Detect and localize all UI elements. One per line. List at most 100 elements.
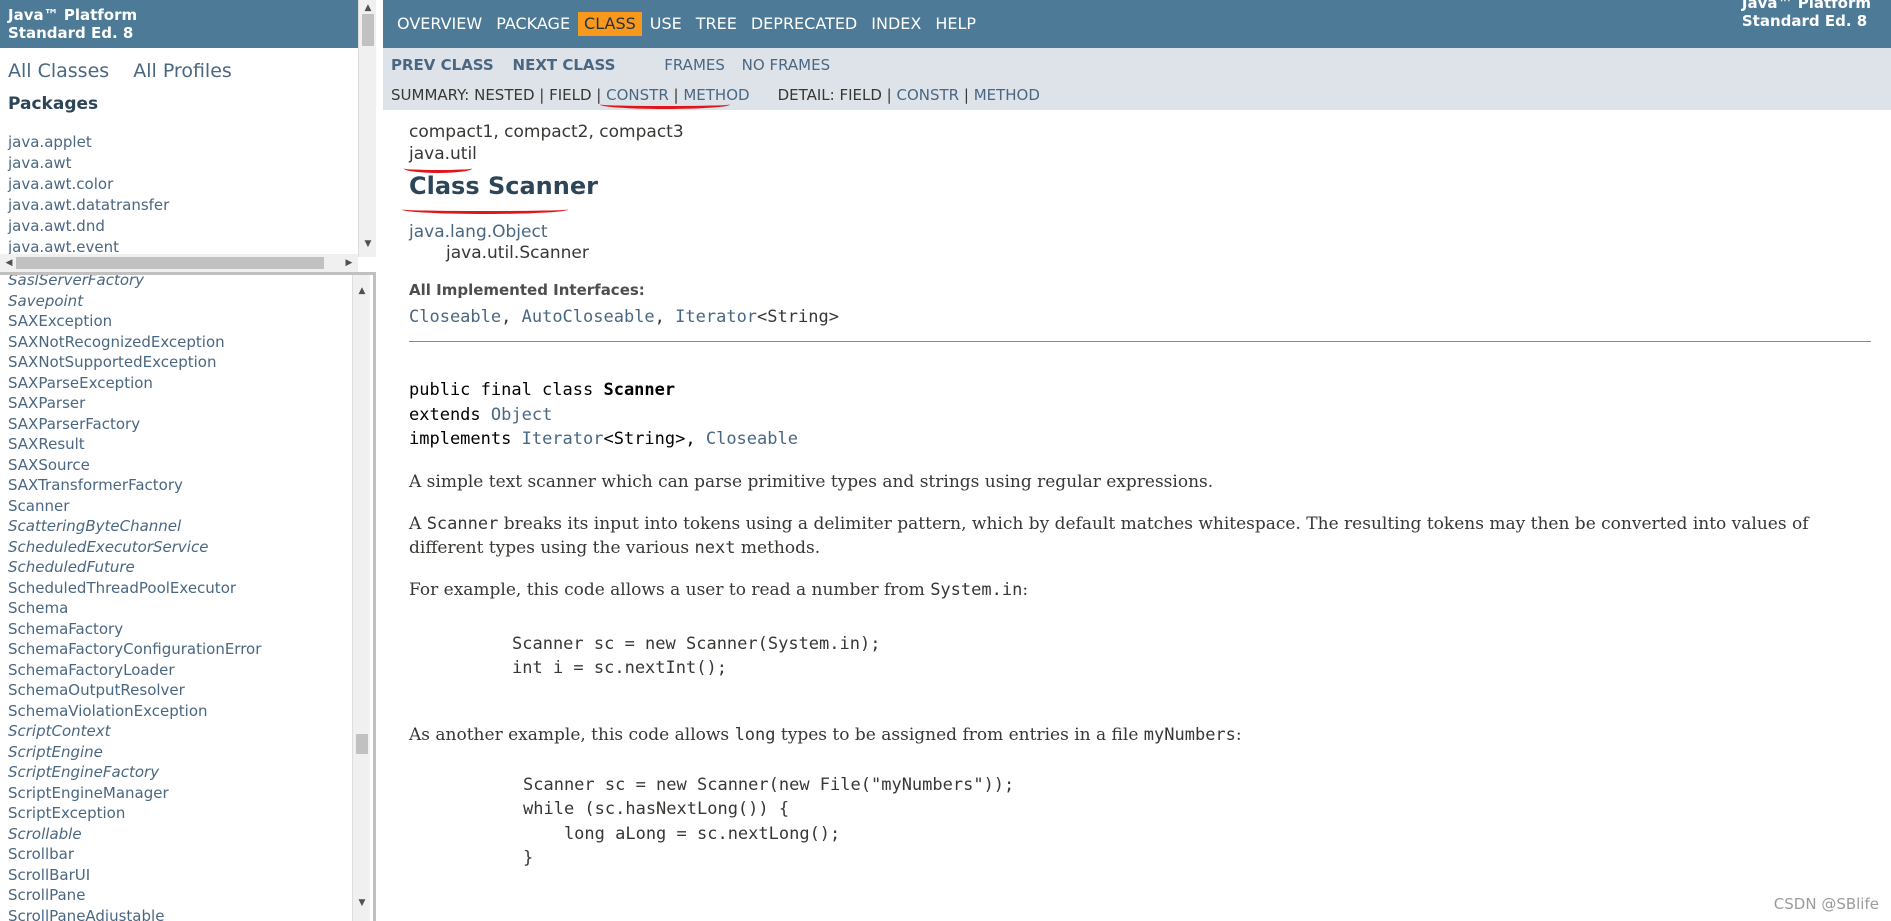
class-link[interactable]: SaslServerFactory bbox=[8, 275, 261, 291]
all-profiles-link[interactable]: All Profiles bbox=[133, 60, 232, 82]
description-paragraph: As another example, this code allows lon… bbox=[409, 724, 1242, 745]
nav-item-tree[interactable]: TREE bbox=[690, 12, 743, 36]
package-link[interactable]: java.awt.dnd bbox=[8, 216, 376, 237]
packages-horizontal-scrollbar[interactable]: ◀ ▶ bbox=[0, 254, 358, 272]
class-link[interactable]: SAXSource bbox=[8, 455, 261, 476]
packages-heading: Packages bbox=[8, 94, 99, 114]
description-paragraph: A simple text scanner which can parse pr… bbox=[409, 471, 1214, 492]
implemented-interfaces-label: All Implemented Interfaces: bbox=[409, 281, 645, 299]
class-link[interactable]: SchemaFactory bbox=[8, 619, 261, 640]
description-paragraph: For example, this code allows a user to … bbox=[409, 579, 1029, 600]
class-link[interactable]: Scanner bbox=[8, 496, 261, 517]
package-link[interactable]: java.applet bbox=[8, 132, 376, 153]
class-link[interactable]: ScrollPane bbox=[8, 885, 261, 906]
class-link[interactable]: SAXParserFactory bbox=[8, 414, 261, 435]
sig-class-name: Scanner bbox=[603, 380, 676, 400]
sig-extends: extends bbox=[409, 404, 491, 425]
class-link[interactable]: ScatteringByteChannel bbox=[8, 516, 261, 537]
class-link[interactable]: Scrollable bbox=[8, 824, 261, 845]
prev-class-link[interactable]: PREV CLASS bbox=[391, 56, 494, 74]
class-link[interactable]: ScriptEngineManager bbox=[8, 783, 261, 804]
object-link[interactable]: Object bbox=[491, 405, 552, 425]
iterator-link[interactable]: Iterator bbox=[522, 429, 604, 449]
classes-vertical-scrollbar[interactable]: ▲ ▼ bbox=[352, 275, 370, 921]
package-list: java.applet java.awt java.awt.color java.aw… bbox=[0, 132, 376, 258]
package-link[interactable]: java.awt.datatransfer bbox=[8, 195, 376, 216]
class-link[interactable]: SchemaViolationException bbox=[8, 701, 261, 722]
next-class-link[interactable]: NEXT CLASS bbox=[513, 56, 616, 74]
class-frame: OVERVIEW PACKAGE CLASS USE TREE DEPRECATED IND… bbox=[383, 0, 1891, 921]
brand-line2: Standard Ed. 8 bbox=[8, 24, 134, 42]
class-link[interactable]: SchemaFactoryLoader bbox=[8, 660, 261, 681]
nav-item-use[interactable]: USE bbox=[644, 12, 688, 36]
class-link[interactable]: ScriptException bbox=[8, 803, 261, 824]
class-link[interactable]: ScriptContext bbox=[8, 721, 261, 742]
nav-item-package[interactable]: PACKAGE bbox=[490, 12, 576, 36]
nav-item-deprecated[interactable]: DEPRECATED bbox=[745, 12, 863, 36]
detail-label: DETAIL: FIELD | bbox=[777, 86, 897, 104]
scroll-up-icon[interactable]: ▲ bbox=[353, 285, 371, 297]
separator: | bbox=[959, 86, 974, 104]
class-description: A simple text scanner which can parse pr… bbox=[409, 470, 1871, 871]
sig-modifiers: public final class bbox=[409, 380, 604, 400]
generic-type: <String>, bbox=[603, 429, 706, 449]
scrollbar-thumb[interactable] bbox=[356, 734, 368, 754]
all-classes-link[interactable]: All Classes bbox=[8, 60, 109, 82]
class-link[interactable]: SAXParseException bbox=[8, 373, 261, 394]
packages-vertical-scrollbar[interactable]: ▲ ▼ bbox=[358, 0, 376, 257]
class-signature: public final class Scanner extends Objec… bbox=[409, 378, 1871, 452]
class-list: SaslServerFactory Savepoint SAXException SA… bbox=[0, 275, 261, 921]
class-link[interactable]: SAXNotRecognizedException bbox=[8, 332, 261, 353]
nav-item-overview[interactable]: OVERVIEW bbox=[391, 12, 488, 36]
inheritance-parent-link[interactable]: java.lang.Object bbox=[409, 222, 1871, 242]
nav-item-class[interactable]: CLASS bbox=[578, 12, 642, 36]
class-link[interactable]: ScriptEngineFactory bbox=[8, 762, 261, 783]
class-link[interactable]: ScrollBarUI bbox=[8, 865, 261, 886]
scroll-down-icon[interactable]: ▼ bbox=[353, 897, 371, 909]
class-link[interactable]: SAXException bbox=[8, 311, 261, 332]
closeable-link[interactable]: Closeable bbox=[409, 307, 501, 327]
scrollbar-thumb[interactable] bbox=[362, 14, 374, 46]
class-link[interactable]: ScrollPaneAdjustable bbox=[8, 906, 261, 921]
closeable-link[interactable]: Closeable bbox=[706, 429, 798, 449]
sub-navbar: PREV CLASS NEXT CLASS FRAMES NO FRAMES S… bbox=[383, 48, 1891, 110]
frames-link[interactable]: FRAMES bbox=[664, 56, 725, 74]
frame-links: All Classes All Profiles bbox=[0, 48, 376, 86]
scroll-right-icon[interactable]: ▶ bbox=[340, 257, 358, 269]
class-link[interactable]: ScriptEngine bbox=[8, 742, 261, 763]
classes-frame: SaslServerFactory Savepoint SAXException SA… bbox=[0, 275, 376, 921]
class-link[interactable]: SAXParser bbox=[8, 393, 261, 414]
scroll-down-icon[interactable]: ▼ bbox=[359, 238, 376, 250]
detail-method-link[interactable]: METHOD bbox=[974, 86, 1040, 104]
nav-item-index[interactable]: INDEX bbox=[865, 12, 927, 36]
class-link[interactable]: SAXNotSupportedException bbox=[8, 352, 261, 373]
class-link[interactable]: ScheduledThreadPoolExecutor bbox=[8, 578, 261, 599]
iterator-link[interactable]: Iterator bbox=[675, 307, 757, 327]
class-link[interactable]: ScheduledFuture bbox=[8, 557, 261, 578]
autocloseable-link[interactable]: AutoCloseable bbox=[522, 307, 655, 327]
class-link[interactable]: SAXResult bbox=[8, 434, 261, 455]
code-example: Scanner sc = new Scanner(new File("myNum… bbox=[523, 774, 1015, 869]
class-content: compact1, compact2, compact3 java.util C… bbox=[409, 122, 1871, 871]
class-link[interactable]: Scrollbar bbox=[8, 844, 261, 865]
nav-item-help[interactable]: HELP bbox=[929, 12, 982, 36]
class-link[interactable]: SAXTransformerFactory bbox=[8, 475, 261, 496]
class-link[interactable]: ScheduledExecutorService bbox=[8, 537, 261, 558]
description-paragraph: A Scanner breaks its input into tokens u… bbox=[409, 513, 1809, 558]
package-link[interactable]: java.awt bbox=[8, 153, 376, 174]
scroll-up-icon[interactable]: ▲ bbox=[359, 2, 376, 14]
brand-line1: Java™ Platform bbox=[8, 6, 138, 24]
sub-nav-row: PREV CLASS NEXT CLASS FRAMES NO FRAMES bbox=[391, 56, 842, 74]
divider bbox=[409, 341, 1871, 342]
class-link[interactable]: Savepoint bbox=[8, 291, 261, 312]
detail-constr-link[interactable]: CONSTR bbox=[896, 86, 959, 104]
profiles-label: compact1, compact2, compact3 bbox=[409, 122, 684, 142]
class-link[interactable]: SchemaOutputResolver bbox=[8, 680, 261, 701]
nav-list: OVERVIEW PACKAGE CLASS USE TREE DEPRECATED IND… bbox=[391, 12, 984, 36]
implemented-interfaces: Closeable, AutoCloseable, Iterator<Strin… bbox=[409, 307, 839, 327]
class-link[interactable]: SchemaFactoryConfigurationError bbox=[8, 639, 261, 660]
scrollbar-thumb[interactable] bbox=[16, 257, 324, 269]
no-frames-link[interactable]: NO FRAMES bbox=[742, 56, 830, 74]
package-link[interactable]: java.awt.color bbox=[8, 174, 376, 195]
class-link[interactable]: Schema bbox=[8, 598, 261, 619]
